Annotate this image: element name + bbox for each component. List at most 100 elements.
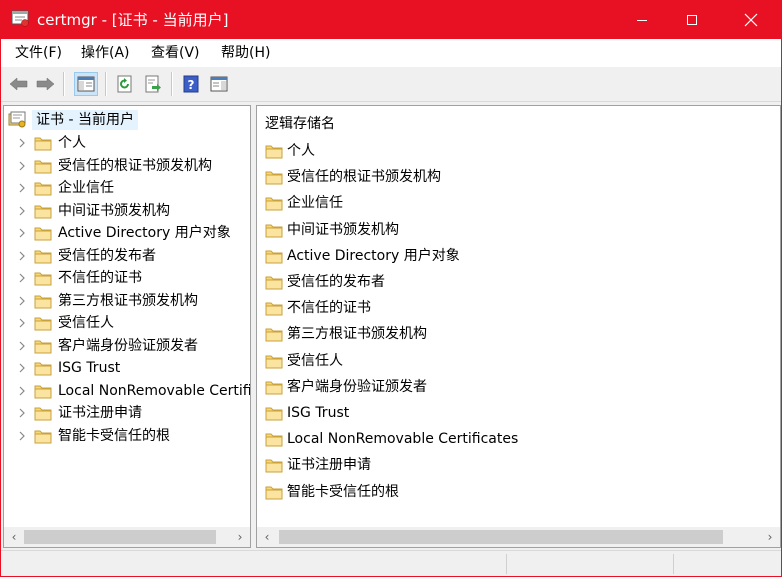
folder-icon	[34, 293, 52, 313]
folder-icon	[34, 270, 52, 290]
toolbar: ?	[1, 67, 781, 102]
tree-node[interactable]: Active Directory 用户对象	[4, 222, 250, 244]
folder-icon	[265, 457, 283, 477]
scroll-thumb[interactable]	[24, 530, 216, 544]
folder-icon	[34, 248, 52, 268]
expand-chevron-icon[interactable]	[16, 160, 28, 172]
tree-node-label: 个人	[58, 135, 86, 151]
tree-node[interactable]: 企业信任	[4, 177, 250, 199]
list-item[interactable]: 企业信任	[265, 192, 765, 214]
expand-chevron-icon[interactable]	[16, 205, 28, 217]
refresh-button[interactable]	[113, 72, 137, 96]
status-separator	[673, 554, 674, 574]
list-item[interactable]: ISG Trust	[265, 402, 765, 424]
tree-node[interactable]: 受信任人	[4, 312, 250, 334]
expand-chevron-icon[interactable]	[16, 295, 28, 307]
scroll-thumb[interactable]	[279, 530, 723, 544]
list-item[interactable]: 证书注册申请	[265, 454, 765, 476]
expand-chevron-icon[interactable]	[16, 385, 28, 397]
menu-action[interactable]: 操作(A)	[75, 43, 136, 63]
tree-node-label: Local NonRemovable Certifi	[58, 382, 251, 399]
menu-help[interactable]: 帮助(H)	[215, 43, 276, 63]
tree-node[interactable]: 智能卡受信任的根	[4, 425, 250, 447]
title-bar[interactable]: certmgr - [证书 - 当前用户]	[1, 1, 781, 39]
expand-chevron-icon[interactable]	[16, 340, 28, 352]
list-item[interactable]: 个人	[265, 140, 765, 162]
scroll-left-button[interactable]: ‹	[4, 527, 24, 547]
list-item[interactable]: 中间证书颁发机构	[265, 219, 765, 241]
tree-horizontal-scrollbar[interactable]: ‹ ›	[4, 527, 250, 547]
folder-icon	[34, 338, 52, 358]
list-item[interactable]: 智能卡受信任的根	[265, 481, 765, 503]
list-item-label: 中间证书颁发机构	[287, 221, 399, 238]
tree-node[interactable]: Local NonRemovable Certifi	[4, 380, 250, 402]
back-arrow-icon	[9, 77, 28, 91]
forward-button[interactable]	[33, 72, 57, 96]
list-item-label: 个人	[287, 143, 315, 159]
folder-icon	[265, 300, 283, 320]
toolbar-separator	[63, 72, 65, 96]
list-item[interactable]: Local NonRemovable Certificates	[265, 428, 765, 450]
menu-file[interactable]: 文件(F)	[9, 43, 68, 63]
expand-chevron-icon[interactable]	[16, 182, 28, 194]
menu-view[interactable]: 查看(V)	[145, 43, 206, 63]
toolbar-separator	[171, 72, 173, 96]
list-item[interactable]: 第三方根证书颁发机构	[265, 323, 765, 345]
list-item[interactable]: 受信任人	[265, 350, 765, 372]
svg-text:?: ?	[188, 78, 195, 92]
folder-icon	[265, 222, 283, 242]
expand-chevron-icon[interactable]	[16, 227, 28, 239]
minimize-button[interactable]	[619, 1, 665, 39]
tree-node-label: 客户端身份验证颁发者	[58, 337, 198, 354]
properties-pane-button[interactable]	[207, 72, 231, 96]
tree-node-label: ISG Trust	[58, 360, 121, 376]
list-item[interactable]: 受信任的根证书颁发机构	[265, 166, 765, 188]
tree-root-node[interactable]: 证书 - 当前用户	[8, 110, 138, 130]
list-item[interactable]: 受信任的发布者	[265, 271, 765, 293]
expand-chevron-icon[interactable]	[16, 317, 28, 329]
close-button[interactable]	[728, 1, 774, 39]
scroll-right-button[interactable]: ›	[760, 527, 780, 547]
tree-node[interactable]: 中间证书颁发机构	[4, 200, 250, 222]
expand-chevron-icon[interactable]	[16, 407, 28, 419]
refresh-icon	[117, 75, 132, 93]
column-header-logical-store-name[interactable]: 逻辑存储名	[265, 114, 335, 134]
expand-chevron-icon[interactable]	[16, 272, 28, 284]
toolbar-separator	[105, 72, 107, 96]
tree-node[interactable]: 客户端身份验证颁发者	[4, 335, 250, 357]
tree-node[interactable]: 个人	[4, 132, 250, 154]
folder-icon	[265, 195, 283, 215]
expand-chevron-icon[interactable]	[16, 250, 28, 262]
console-tree-pane[interactable]: 证书 - 当前用户 个人受信任的根证书颁发机构企业信任中间证书颁发机构 Activ…	[3, 105, 251, 548]
maximize-button[interactable]	[669, 1, 715, 39]
details-horizontal-scrollbar[interactable]: ‹ ›	[257, 527, 780, 547]
tree-node[interactable]: 第三方根证书颁发机构	[4, 290, 250, 312]
tree-node[interactable]: 不信任的证书	[4, 267, 250, 289]
tree-node[interactable]: 证书注册申请	[4, 402, 250, 424]
tree-node-label: 受信任人	[58, 315, 114, 331]
tree-node-label: 智能卡受信任的根	[58, 427, 170, 444]
list-item[interactable]: Active Directory 用户对象	[265, 245, 765, 267]
scroll-right-button[interactable]: ›	[230, 527, 250, 547]
export-list-button[interactable]	[141, 72, 165, 96]
app-window: certmgr - [证书 - 当前用户] 文件(F) 操作(A) 查看(V) …	[0, 0, 782, 577]
expand-chevron-icon[interactable]	[16, 430, 28, 442]
folder-icon	[34, 383, 52, 403]
tree-node-label: 受信任的发布者	[58, 247, 156, 264]
help-button[interactable]: ?	[179, 72, 203, 96]
list-item[interactable]: 不信任的证书	[265, 297, 765, 319]
tree-node[interactable]: ISG Trust	[4, 357, 250, 379]
folder-icon	[34, 225, 52, 245]
details-pane[interactable]: 逻辑存储名 个人受信任的根证书颁发机构企业信任中间证书颁发机构 Active Di…	[256, 105, 781, 548]
tree-node-label: 企业信任	[58, 180, 114, 196]
tree-node[interactable]: 受信任的发布者	[4, 245, 250, 267]
expand-chevron-icon[interactable]	[16, 137, 28, 149]
list-item[interactable]: 客户端身份验证颁发者	[265, 376, 765, 398]
tree-node[interactable]: 受信任的根证书颁发机构	[4, 155, 250, 177]
show-hide-console-tree-button[interactable]	[74, 72, 98, 96]
expand-chevron-icon[interactable]	[16, 362, 28, 374]
scroll-left-button[interactable]: ‹	[257, 527, 277, 547]
back-button[interactable]	[7, 72, 31, 96]
tree-node-label: Active Directory 用户对象	[58, 225, 231, 241]
list-item-label: 受信任的根证书颁发机构	[287, 169, 441, 186]
